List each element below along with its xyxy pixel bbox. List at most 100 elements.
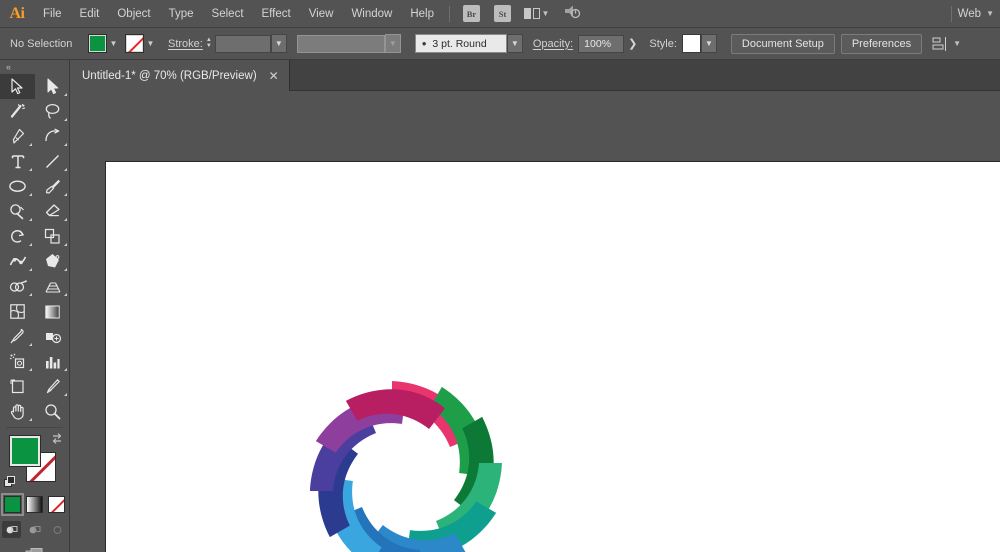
graphic-style-dropdown[interactable]: ▼ xyxy=(701,34,717,53)
stroke-weight-stepper[interactable]: ▲ ▼ xyxy=(206,38,212,49)
gradient-mode-button[interactable] xyxy=(26,496,43,513)
stroke-weight-input[interactable] xyxy=(215,35,271,53)
stock-button[interactable]: St xyxy=(494,5,511,22)
menu-window[interactable]: Window xyxy=(342,0,401,28)
menu-edit[interactable]: Edit xyxy=(71,0,109,28)
slice-tool[interactable] xyxy=(35,374,70,399)
opacity-options-icon[interactable]: ❯ xyxy=(624,37,641,50)
hand-tool[interactable] xyxy=(0,399,35,424)
magic-wand-tool[interactable] xyxy=(0,99,35,124)
eraser-tool[interactable] xyxy=(35,199,70,224)
draw-inside-button[interactable] xyxy=(48,521,67,538)
tools-panel: « xyxy=(0,60,70,552)
curvature-tool[interactable] xyxy=(35,124,70,149)
draw-normal-icon xyxy=(5,524,18,536)
drawing-mode-row xyxy=(0,521,69,538)
opacity-input[interactable]: 100% xyxy=(578,35,624,53)
width-tool-icon xyxy=(9,253,27,270)
brush-definition-field[interactable]: • 3 pt. Round xyxy=(415,34,507,53)
canvas-area[interactable] xyxy=(70,91,1000,552)
none-mode-button[interactable] xyxy=(48,496,65,513)
stroke-dropdown-icon[interactable]: ▼ xyxy=(144,34,157,53)
gradient-tool[interactable] xyxy=(35,299,70,324)
document-tab-bar: Untitled-1* @ 70% (RGB/Preview) ✕ xyxy=(0,60,1000,91)
fill-color-swatch[interactable] xyxy=(88,34,107,53)
scale-tool-icon xyxy=(44,228,61,245)
menu-effect[interactable]: Effect xyxy=(253,0,300,28)
stroke-color-swatch[interactable] xyxy=(125,34,144,53)
screen-mode-icon xyxy=(25,547,45,552)
menu-help[interactable]: Help xyxy=(401,0,443,28)
menu-select[interactable]: Select xyxy=(203,0,253,28)
menu-type[interactable]: Type xyxy=(160,0,203,28)
arrange-documents-button[interactable]: ▼ xyxy=(524,8,549,19)
brush-dot-icon: • xyxy=(422,37,427,50)
shape-builder-tool[interactable] xyxy=(0,274,35,299)
tool-grid xyxy=(0,74,70,424)
ellipse-tool-icon xyxy=(8,179,27,194)
illustrator-window: Ai File Edit Object Type Select Effect V… xyxy=(0,0,1000,552)
color-mode-button[interactable] xyxy=(4,496,21,513)
pinwheel-logo[interactable] xyxy=(291,362,521,552)
variable-width-dropdown[interactable]: ▼ xyxy=(385,34,401,53)
type-tool[interactable] xyxy=(0,149,35,174)
bridge-button[interactable]: Br xyxy=(463,5,480,22)
width-tool[interactable] xyxy=(0,249,35,274)
artboard[interactable] xyxy=(105,161,1000,552)
collapse-panel-button[interactable]: « xyxy=(0,60,69,74)
align-objects-button[interactable]: ▼ xyxy=(932,36,961,52)
document-tab[interactable]: Untitled-1* @ 70% (RGB/Preview) ✕ xyxy=(70,60,290,91)
fill-dropdown-icon[interactable]: ▼ xyxy=(107,34,120,53)
artboard-tool[interactable] xyxy=(0,374,35,399)
scale-tool[interactable] xyxy=(35,224,70,249)
type-tool-icon xyxy=(10,153,26,170)
menu-view[interactable]: View xyxy=(300,0,343,28)
menu-object[interactable]: Object xyxy=(108,0,159,28)
close-icon[interactable]: ✕ xyxy=(269,70,279,82)
selection-tool[interactable] xyxy=(0,74,35,99)
zoom-tool[interactable] xyxy=(35,399,70,424)
document-setup-button[interactable]: Document Setup xyxy=(731,34,835,54)
swap-fill-stroke-icon[interactable] xyxy=(50,432,64,446)
blend-tool[interactable] xyxy=(35,324,70,349)
symbol-sprayer-tool[interactable] xyxy=(0,349,35,374)
draw-behind-icon xyxy=(28,524,41,536)
draw-behind-button[interactable] xyxy=(25,521,44,538)
line-segment-tool[interactable] xyxy=(35,149,70,174)
workspace-switcher-label[interactable]: Web xyxy=(958,8,981,20)
column-graph-tool[interactable] xyxy=(35,349,70,374)
brush-definition-dropdown[interactable]: ▼ xyxy=(507,34,523,53)
stroke-weight-dropdown[interactable]: ▼ xyxy=(271,34,287,53)
default-fill-stroke-icon[interactable] xyxy=(4,476,16,488)
perspective-grid-tool[interactable] xyxy=(35,274,70,299)
tool-divider xyxy=(6,427,63,428)
rotate-tool[interactable] xyxy=(0,224,35,249)
fill-swatch[interactable] xyxy=(10,436,40,466)
graphic-style-swatch[interactable] xyxy=(682,34,701,53)
hand-tool-icon xyxy=(9,403,27,420)
arrange-documents-icon xyxy=(524,8,540,19)
cloud-sync-button[interactable] xyxy=(563,4,581,24)
paintbrush-tool[interactable] xyxy=(35,174,70,199)
document-tab-title: Untitled-1* @ 70% (RGB/Preview) xyxy=(82,70,257,82)
free-transform-tool-icon xyxy=(44,253,61,270)
preferences-button[interactable]: Preferences xyxy=(841,34,922,54)
draw-normal-button[interactable] xyxy=(2,521,21,538)
slice-tool-icon xyxy=(44,378,61,395)
menu-file[interactable]: File xyxy=(34,0,71,28)
change-screen-mode-button[interactable] xyxy=(24,545,46,552)
eyedropper-tool[interactable] xyxy=(0,324,35,349)
pen-tool[interactable] xyxy=(0,124,35,149)
direct-selection-tool[interactable] xyxy=(35,74,70,99)
variable-width-profile-input[interactable] xyxy=(297,35,385,53)
shaper-tool[interactable] xyxy=(0,199,35,224)
align-objects-icon xyxy=(932,36,949,52)
lasso-tool[interactable] xyxy=(35,99,70,124)
ellipse-tool[interactable] xyxy=(0,174,35,199)
chevron-down-icon[interactable]: ▼ xyxy=(986,10,994,18)
mesh-tool[interactable] xyxy=(0,299,35,324)
paintbrush-tool-icon xyxy=(44,178,61,195)
eyedropper-tool-icon xyxy=(9,328,26,345)
free-transform-tool[interactable] xyxy=(35,249,70,274)
shape-builder-tool-icon xyxy=(9,279,27,295)
